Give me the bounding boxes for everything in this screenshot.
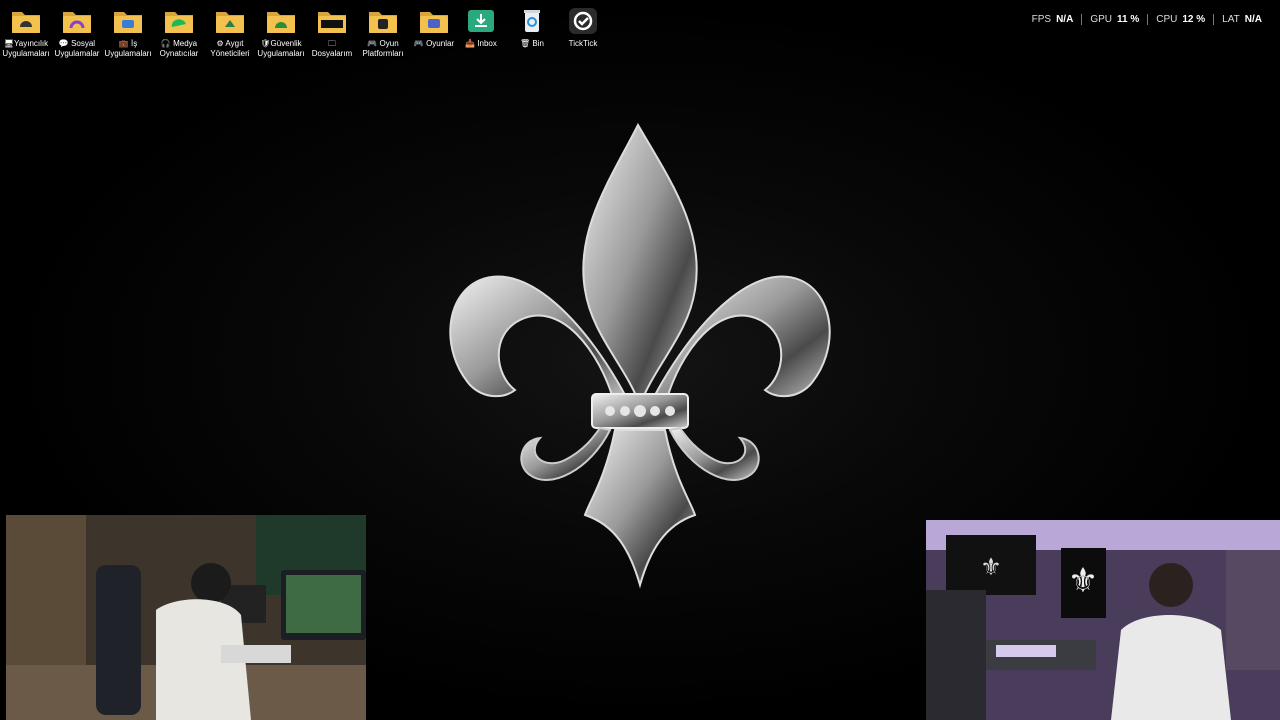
desktop-icon-bin[interactable]: 🗑 Bin xyxy=(506,4,558,62)
svg-text:⚜: ⚜ xyxy=(980,553,1002,581)
fps-stat: FPS N/A xyxy=(1031,13,1074,25)
cpu-stat: CPU 12 % xyxy=(1147,13,1213,25)
folder-streaming-icon xyxy=(12,12,40,33)
fleur-de-lis-emblem xyxy=(449,122,831,589)
desktop-icon-inbox[interactable]: 📥 Inbox xyxy=(455,4,507,62)
inbox-icon xyxy=(468,10,494,32)
desktop-icon-ticktick[interactable]: TickTick xyxy=(557,4,609,62)
performance-overlay: FPS N/A GPU 11 % CPU 12 % LAT N/A xyxy=(1024,12,1270,26)
webcam-feed-left xyxy=(6,515,366,720)
desktop-icon-oyun-platformlari[interactable]: 🎮 Oyun Platformları xyxy=(357,4,409,62)
folder-media-icon xyxy=(165,12,193,33)
folder-games-icon xyxy=(420,12,448,33)
svg-text:⚜: ⚜ xyxy=(1068,561,1098,601)
webcam-feed-right: ⚜ ⚜ xyxy=(926,520,1280,720)
gpu-stat: GPU 11 % xyxy=(1081,13,1147,25)
webcam-overlay-right: ⚜ ⚜ xyxy=(926,520,1280,720)
ticktick-icon xyxy=(569,8,597,34)
folder-files-icon xyxy=(318,12,346,33)
recycle-bin-icon xyxy=(524,10,540,32)
folder-security-icon xyxy=(267,12,295,33)
folder-platforms-icon xyxy=(369,12,397,33)
lat-stat: LAT N/A xyxy=(1213,13,1270,25)
folder-device-icon xyxy=(216,12,244,33)
folder-work-icon xyxy=(114,12,142,33)
webcam-overlay-left xyxy=(6,515,366,720)
desktop-icon-oyunlar[interactable]: 🎮 Oyunlar xyxy=(408,4,460,62)
folder-social-icon xyxy=(63,12,91,33)
